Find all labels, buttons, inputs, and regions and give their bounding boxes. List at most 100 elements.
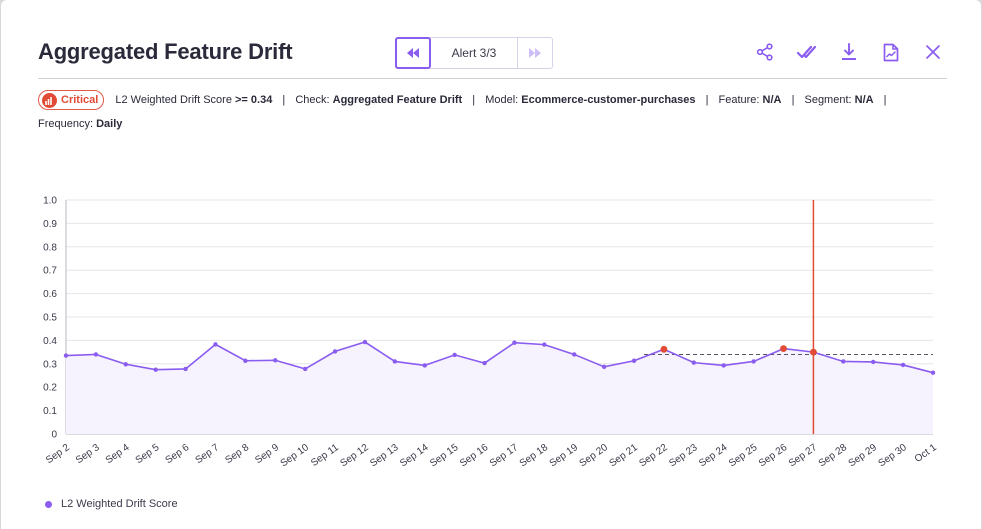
drift-line-chart: 00.10.20.30.40.50.60.70.80.91.0Sep 2 Sep … <box>43 196 939 470</box>
legend-swatch <box>45 500 52 508</box>
download-button[interactable] <box>838 41 860 63</box>
data-point <box>751 359 756 364</box>
rewind-icon <box>407 48 419 58</box>
x-tick-label: Sep 3 <box>74 442 102 466</box>
x-tick-label: Sep 15 <box>428 442 461 469</box>
x-tick-label: Sep 16 <box>458 442 491 469</box>
data-point <box>512 340 517 345</box>
bar-chart-icon <box>42 92 57 108</box>
y-tick-label: 0.5 <box>43 313 57 324</box>
data-point <box>392 359 398 364</box>
x-tick-label: Sep 14 <box>398 442 431 469</box>
alert-modal: Aggregated Feature Drift Alert 3/3 Criti… <box>1 0 981 529</box>
data-point <box>362 339 368 345</box>
threshold-value: >= 0.34 <box>235 94 273 106</box>
check-value: Aggregated Feature Drift <box>332 94 463 106</box>
y-tick-label: 0.3 <box>43 359 57 370</box>
frequency-label: Frequency: <box>38 118 94 130</box>
data-point <box>243 358 248 363</box>
separator: | <box>282 94 286 106</box>
data-point <box>123 362 128 367</box>
frequency-value: Daily <box>96 118 123 130</box>
data-point <box>332 349 338 354</box>
y-tick-label: 0.2 <box>43 383 57 394</box>
x-tick-label: Sep 25 <box>727 442 760 469</box>
severity-label: Critical <box>61 94 99 107</box>
data-point <box>273 358 278 363</box>
header-divider <box>38 78 947 79</box>
x-tick-label: Sep 29 <box>847 442 880 469</box>
alert-point <box>660 345 668 353</box>
alert-details: Critical L2 Weighted Drift Score >= 0.34… <box>38 88 938 136</box>
alert-point <box>780 345 787 352</box>
chart-legend[interactable]: L2 Weighted Drift Score <box>45 498 178 510</box>
data-point <box>601 364 607 370</box>
metric-label: L2 Weighted Drift Score <box>115 94 232 106</box>
data-point <box>721 363 726 368</box>
x-tick-label: Sep 21 <box>607 442 640 469</box>
resolve-button[interactable] <box>796 41 818 63</box>
y-tick-label: 0.6 <box>43 289 57 300</box>
feature-label: Feature: <box>718 94 760 106</box>
x-tick-label: Sep 18 <box>518 442 551 469</box>
previous-alert-button[interactable] <box>395 37 431 69</box>
x-tick-label: Sep 28 <box>817 442 850 469</box>
severity-badge: Critical <box>38 90 105 111</box>
x-tick-label: Sep 6 <box>164 442 192 466</box>
x-tick-label: Sep 7 <box>193 442 221 466</box>
x-tick-label: Sep 19 <box>548 442 581 469</box>
x-tick-label: Sep 23 <box>667 442 700 469</box>
x-tick-label: Sep 27 <box>787 442 820 469</box>
y-tick-label: 0.9 <box>43 219 57 230</box>
x-tick-label: Sep 26 <box>757 442 790 469</box>
report-icon <box>883 43 899 61</box>
data-point <box>631 358 637 363</box>
share-icon <box>756 43 773 61</box>
series-area <box>66 342 933 434</box>
data-point <box>572 352 577 357</box>
data-point <box>63 353 69 358</box>
x-tick-label: Sep 12 <box>338 442 371 469</box>
data-point <box>691 360 697 365</box>
x-tick-label: Sep 4 <box>104 442 132 466</box>
segment-label: Segment: <box>804 94 852 106</box>
segment-value: N/A <box>854 94 874 106</box>
x-tick-label: Sep 17 <box>488 442 521 469</box>
x-tick-label: Sep 13 <box>368 442 401 469</box>
data-point <box>153 367 158 372</box>
fast-forward-icon <box>529 48 541 58</box>
x-tick-label: Sep 11 <box>309 442 341 469</box>
y-tick-label: 0.7 <box>43 266 57 277</box>
alert-point <box>810 348 817 356</box>
download-icon <box>842 43 856 60</box>
header-actions <box>754 41 944 63</box>
y-tick-label: 0.4 <box>43 336 57 347</box>
report-button[interactable] <box>880 41 902 63</box>
separator: | <box>705 94 709 106</box>
x-tick-label: Sep 24 <box>697 442 730 469</box>
feature-value: N/A <box>762 94 782 106</box>
close-icon <box>926 45 940 59</box>
data-point <box>871 359 876 365</box>
y-tick-label: 1.0 <box>43 196 57 207</box>
x-tick-label: Sep 5 <box>134 442 162 466</box>
x-tick-label: Sep 10 <box>279 442 312 469</box>
next-alert-button[interactable] <box>517 38 552 68</box>
data-point <box>422 363 427 368</box>
data-point <box>183 366 188 372</box>
double-check-icon <box>797 45 817 59</box>
data-point <box>542 342 547 347</box>
data-point <box>930 370 936 375</box>
separator: | <box>791 94 795 106</box>
model-label: Model: <box>485 94 519 106</box>
x-tick-label: Sep 9 <box>253 442 281 466</box>
data-point <box>841 359 846 364</box>
share-button[interactable] <box>754 41 776 63</box>
y-tick-label: 0 <box>51 430 57 441</box>
data-point <box>452 352 457 358</box>
separator: | <box>883 94 887 106</box>
page-title: Aggregated Feature Drift <box>38 39 293 64</box>
data-point <box>482 360 487 366</box>
legend-label: L2 Weighted Drift Score <box>61 498 178 510</box>
close-button[interactable] <box>922 41 944 63</box>
